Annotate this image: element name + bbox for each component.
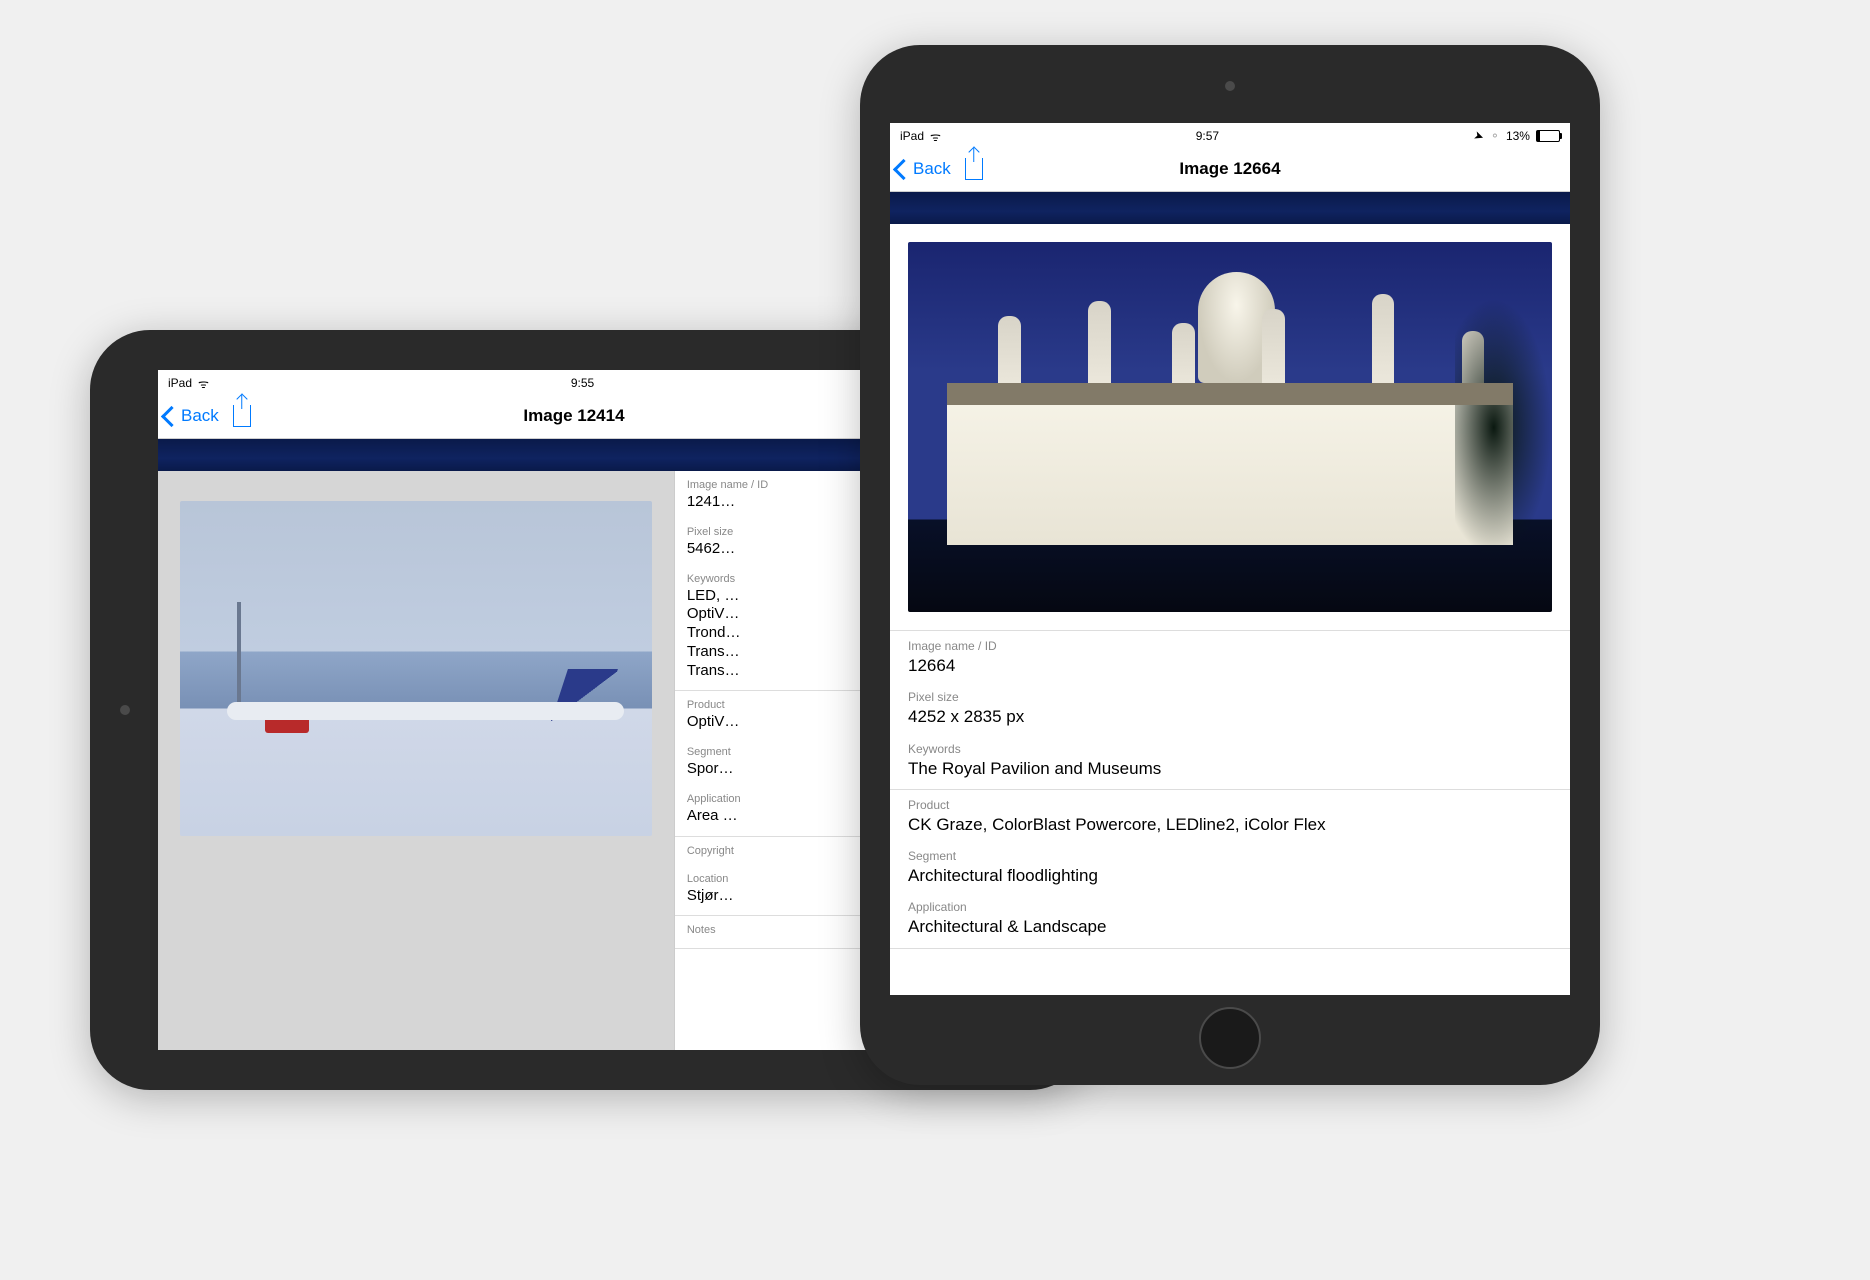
carrier-label: iPad <box>168 376 192 390</box>
status-bar: iPad ᯤ 9:57 ➤ ⚬ 13% <box>890 123 1570 147</box>
meta-label: Pixel size <box>908 690 1552 704</box>
portrait-screen: iPad ᯤ 9:57 ➤ ⚬ 13% Back Image 12664 <box>890 123 1570 995</box>
meta-row-pixel-size: Pixel size 4252 x 2835 px <box>890 684 1570 735</box>
meta-value: Architectural floodlighting <box>908 865 1552 886</box>
chevron-left-icon <box>161 405 182 426</box>
wifi-icon: ᯤ <box>198 375 209 392</box>
detail-image <box>180 501 652 836</box>
meta-row-application: Application Architectural & Landscape <box>890 894 1570 945</box>
back-button[interactable]: Back <box>164 406 219 426</box>
meta-value: Architectural & Landscape <box>908 916 1552 937</box>
share-icon[interactable] <box>233 405 251 427</box>
battery-percent: 13% <box>1506 129 1530 143</box>
meta-row-product: Product CK Graze, ColorBlast Powercore, … <box>890 792 1570 843</box>
back-label: Back <box>181 406 219 426</box>
status-time: 9:55 <box>571 376 594 390</box>
location-icon: ➤ <box>1472 128 1486 145</box>
meta-label: Product <box>908 798 1552 812</box>
back-label: Back <box>913 159 951 179</box>
camera-dot <box>1225 81 1235 91</box>
home-button[interactable] <box>1199 1007 1261 1069</box>
meta-value: 12664 <box>908 655 1552 676</box>
page-title: Image 12664 <box>1179 159 1280 179</box>
meta-value: CK Graze, ColorBlast Powercore, LEDline2… <box>908 814 1552 835</box>
image-viewer[interactable] <box>890 224 1570 631</box>
meta-label: Image name / ID <box>908 639 1552 653</box>
back-button[interactable]: Back <box>896 159 951 179</box>
metadata-panel: Image name / ID 12664 Pixel size 4252 x … <box>890 630 1570 949</box>
meta-row-segment: Segment Architectural floodlighting <box>890 843 1570 894</box>
image-viewer[interactable] <box>158 471 674 1050</box>
camera-dot <box>120 705 130 715</box>
meta-value: 4252 x 2835 px <box>908 706 1552 727</box>
meta-row-image-name: Image name / ID 12664 <box>890 633 1570 684</box>
wifi-icon: ᯤ <box>930 128 941 145</box>
share-icon[interactable] <box>965 158 983 180</box>
meta-label: Keywords <box>908 742 1552 756</box>
detail-image <box>908 242 1552 612</box>
meta-label: Segment <box>908 849 1552 863</box>
battery-icon <box>1536 130 1560 142</box>
meta-label: Application <box>908 900 1552 914</box>
meta-value: The Royal Pavilion and Museums <box>908 758 1552 779</box>
brand-banner <box>890 192 1570 224</box>
nav-bar: Back Image 12664 <box>890 147 1570 192</box>
bluetooth-icon: ⚬ <box>1490 129 1500 143</box>
chevron-left-icon <box>893 158 914 179</box>
meta-row-keywords: Keywords The Royal Pavilion and Museums <box>890 736 1570 787</box>
page-title: Image 12414 <box>523 406 624 426</box>
status-time: 9:57 <box>1196 129 1219 143</box>
ipad-portrait-device: iPad ᯤ 9:57 ➤ ⚬ 13% Back Image 12664 <box>860 45 1600 1085</box>
carrier-label: iPad <box>900 129 924 143</box>
